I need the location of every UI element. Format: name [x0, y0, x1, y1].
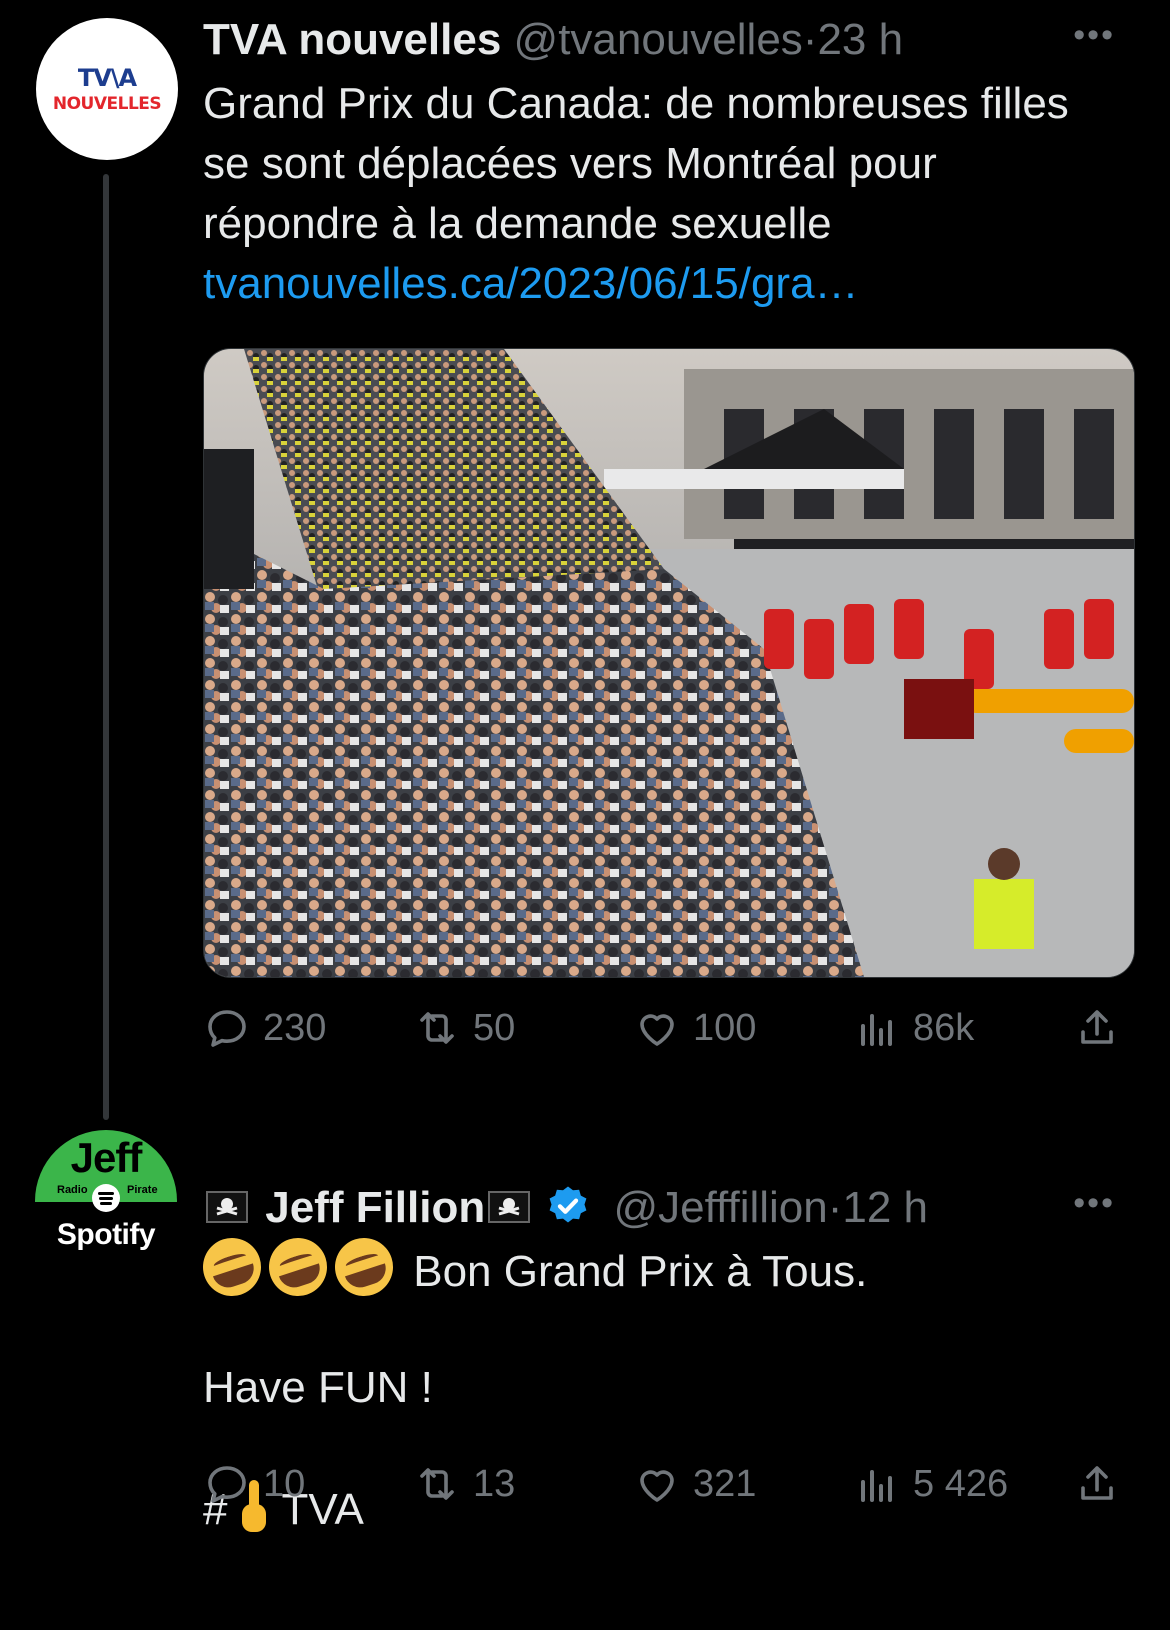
tweet-time[interactable]: 12 h [842, 1183, 928, 1232]
views-button[interactable]: 86k [853, 1000, 974, 1056]
author-handle[interactable]: @Jefffillion [613, 1183, 827, 1232]
tweet-line1-text: Bon Grand Prix à Tous. [413, 1247, 868, 1296]
like-count: 321 [693, 1462, 757, 1505]
retweet-button[interactable]: 50 [413, 1000, 515, 1056]
tva-avatar[interactable]: TV\A NOUVELLES [36, 18, 178, 160]
jeff-avatar[interactable]: Jeff Radio Pirate Spotify [35, 1130, 177, 1272]
tweet-text-content: Grand Prix du Canada: de nombreuses fill… [203, 79, 1069, 248]
share-button[interactable] [1073, 1000, 1133, 1056]
share-icon [1081, 1466, 1113, 1500]
pirate-flag-icon [488, 1191, 531, 1223]
heart-icon [640, 1014, 674, 1046]
pit-lane-crowd-photo [204, 349, 1134, 977]
spotify-icon [92, 1184, 120, 1212]
reply-count: 230 [263, 1006, 327, 1049]
thread-line [103, 174, 109, 1120]
rofl-emoji-icon [195, 1230, 269, 1304]
reply-icon [208, 1466, 246, 1503]
more-options-icon[interactable]: ••• [1073, 1184, 1115, 1223]
dot-separator: · [827, 1183, 843, 1232]
tweet-link[interactable]: tvanouvelles.ca/2023/06/15/gra… [203, 259, 859, 308]
tweet-text: Grand Prix du Canada: de nombreuses fill… [203, 74, 1120, 314]
author-name[interactable]: TVA nouvelles [203, 15, 501, 64]
views-icon [861, 1014, 892, 1046]
pirate-flag-icon [206, 1191, 248, 1223]
reply-button[interactable]: 10 [203, 1456, 305, 1512]
verified-badge-icon[interactable] [545, 1183, 591, 1229]
reply-icon [208, 1010, 246, 1047]
views-icon [861, 1470, 892, 1502]
avatar-radio-text: Radio [57, 1184, 88, 1196]
like-button[interactable]: 100 [633, 1000, 756, 1056]
retweet-icon [420, 1468, 454, 1500]
author-handle[interactable]: @tvanouvelles [514, 15, 803, 64]
dot-separator: · [802, 15, 818, 64]
retweet-count: 50 [473, 1006, 516, 1049]
retweet-count: 13 [473, 1462, 516, 1505]
author-name[interactable]: Jeff Fillion [265, 1183, 485, 1232]
share-button[interactable] [1073, 1456, 1133, 1512]
like-button[interactable]: 321 [633, 1456, 756, 1512]
reply-button[interactable]: 230 [203, 1000, 326, 1056]
rofl-emoji-icon [261, 1230, 335, 1304]
tweet-text-line1: Bon Grand Prix à Tous. [195, 1230, 1120, 1304]
tweet-actions: 230 50 100 86k [203, 1000, 1123, 1056]
avatar-spotify-text: Spotify [56, 1218, 156, 1251]
tweet-photo[interactable] [203, 348, 1135, 978]
tva-logo-text: TV\A [77, 64, 137, 92]
tweet-jeff[interactable]: Jeff Radio Pirate Spotify Jeff Fillion @… [0, 1100, 1170, 1630]
retweet-button[interactable]: 13 [413, 1456, 515, 1512]
views-button[interactable]: 5 426 [853, 1456, 1008, 1512]
rofl-emoji-icon [327, 1230, 401, 1304]
avatar-pirate-text: Pirate [127, 1184, 158, 1196]
tva-logo-subtext: NOUVELLES [52, 94, 162, 114]
avatar-jeff-text: Jeff [70, 1134, 143, 1181]
tweet-time[interactable]: 23 h [817, 15, 903, 64]
like-count: 100 [693, 1006, 757, 1049]
views-count: 86k [913, 1006, 975, 1049]
more-options-icon[interactable]: ••• [1073, 16, 1115, 55]
tweet-text-line2: Have FUN ! [203, 1363, 433, 1412]
tweet-tva[interactable]: TV\A NOUVELLES TVA nouvelles @tvanouvell… [0, 0, 1170, 1120]
heart-icon [640, 1470, 674, 1502]
tweet-header: TVA nouvelles @tvanouvelles·23 h [203, 12, 1110, 68]
tweet-actions: 10 13 321 5 426 [203, 1456, 1123, 1512]
retweet-icon [420, 1012, 454, 1044]
share-icon [1081, 1010, 1113, 1044]
tweet-header: Jeff Fillion @Jefffillion·12 h [203, 1180, 1110, 1236]
views-count: 5 426 [913, 1462, 1009, 1505]
reply-count: 10 [263, 1462, 306, 1505]
